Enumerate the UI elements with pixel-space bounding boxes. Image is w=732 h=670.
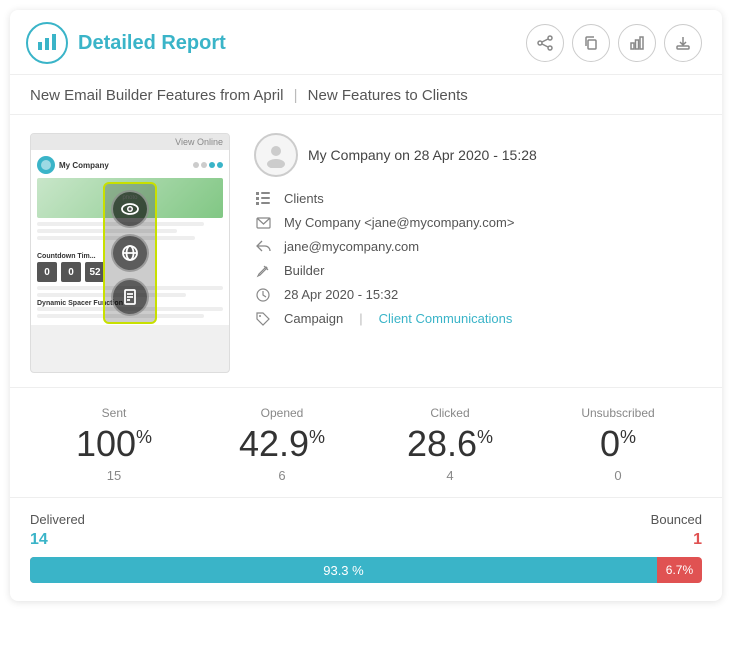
share-button[interactable] — [526, 24, 564, 62]
preview-company-name: My Company — [59, 161, 109, 170]
header-actions — [526, 24, 702, 62]
bounced-count: 1 — [693, 531, 702, 549]
preview-social-icons — [193, 162, 223, 168]
stat-opened-label: Opened — [261, 406, 304, 420]
delivered-label: Delivered — [30, 512, 85, 527]
globe-icon — [111, 234, 149, 272]
bounced-label: Bounced — [651, 512, 702, 527]
campaign-subtitle: New Email Builder Features from April | … — [10, 75, 722, 115]
stat-sent-count: 15 — [107, 468, 121, 483]
delivered-bar-text: 93.3 % — [323, 563, 363, 578]
header: Detailed Report — [10, 10, 722, 75]
stat-opened-value: 42.9% — [239, 426, 325, 462]
tag-icon — [254, 312, 272, 326]
sender-name: My Company on 28 Apr 2020 - 15:28 — [308, 147, 537, 163]
from-value: My Company <jane@mycompany.com> — [284, 215, 514, 230]
stat-unsubscribed-label: Unsubscribed — [581, 406, 654, 420]
stat-sent: Sent 100% 15 — [30, 406, 198, 483]
meta-row-type: Builder — [254, 263, 702, 278]
content-section: View Online My Company photo — [10, 115, 722, 388]
app-logo-icon — [26, 22, 68, 64]
pencil-icon — [254, 264, 272, 278]
campaign-label: Campaign — [284, 311, 343, 326]
bounced-bar-fill: 6.7% — [657, 557, 702, 583]
page-title: Detailed Report — [78, 32, 226, 55]
social-dot-2 — [201, 162, 207, 168]
main-card: Detailed Report — [10, 10, 722, 601]
delivery-labels: Delivered Bounced — [30, 512, 702, 527]
overlay-icon-box — [103, 182, 157, 324]
countdown-num-2: 0 — [61, 262, 81, 282]
eye-icon — [111, 190, 149, 228]
delivered-bar-fill: 93.3 % — [30, 557, 657, 583]
clock-icon — [254, 288, 272, 302]
stat-clicked-count: 4 — [446, 468, 453, 483]
social-dot-4 — [217, 162, 223, 168]
header-left: Detailed Report — [26, 22, 226, 64]
stat-unsubscribed-value: 0% — [600, 426, 636, 462]
stat-clicked: Clicked 28.6% 4 — [366, 406, 534, 483]
stat-clicked-value: 28.6% — [407, 426, 493, 462]
meta-row-from: My Company <jane@mycompany.com> — [254, 215, 702, 230]
preview-company-logo — [37, 156, 55, 174]
list-icon — [254, 191, 272, 206]
email-preview-thumbnail: View Online My Company photo — [30, 133, 230, 373]
stat-unsubscribed-count: 0 — [614, 468, 621, 483]
stat-clicked-label: Clicked — [430, 406, 469, 420]
subtitle-part2: New Features to Clients — [308, 87, 468, 104]
social-dot-3 — [209, 162, 215, 168]
countdown-num-1: 0 — [37, 262, 57, 282]
reply-icon — [254, 240, 272, 253]
stat-sent-value: 100% — [76, 426, 152, 462]
meta-row-campaign: Campaign | Client Communications — [254, 311, 702, 326]
sender-info: My Company on 28 Apr 2020 - 15:28 — [254, 133, 702, 177]
stats-section: Sent 100% 15 Opened 42.9% 6 Clicked 28.6… — [10, 388, 722, 498]
stat-opened: Opened 42.9% 6 — [198, 406, 366, 483]
envelope-icon — [254, 217, 272, 229]
type-value: Builder — [284, 263, 324, 278]
stat-sent-label: Sent — [102, 406, 127, 420]
scheduled-value: 28 Apr 2020 - 15:32 — [284, 287, 398, 302]
delivered-count: 14 — [30, 531, 48, 549]
campaign-link[interactable]: Client Communications — [379, 311, 513, 326]
preview-logo-row: My Company — [37, 156, 223, 174]
subtitle-separator: | — [294, 87, 298, 104]
sender-avatar — [254, 133, 298, 177]
delivery-counts: 14 1 — [30, 531, 702, 549]
document-icon — [111, 278, 149, 316]
bounced-bar-text: 6.7% — [666, 563, 693, 577]
chart-button[interactable] — [618, 24, 656, 62]
delivery-section: Delivered Bounced 14 1 93.3 % 6.7% — [10, 498, 722, 601]
reply-value: jane@mycompany.com — [284, 239, 419, 254]
countdown-num-3: 52 — [85, 262, 105, 282]
preview-overlay — [103, 182, 157, 324]
social-dot-1 — [193, 162, 199, 168]
export-button[interactable] — [664, 24, 702, 62]
subtitle-part1: New Email Builder Features from April — [30, 87, 283, 104]
list-value: Clients — [284, 191, 324, 206]
stat-unsubscribed: Unsubscribed 0% 0 — [534, 406, 702, 483]
preview-topbar: View Online — [31, 134, 229, 150]
meta-row-list: Clients — [254, 191, 702, 206]
delivery-progress-bar: 93.3 % 6.7% — [30, 557, 702, 583]
meta-info: My Company on 28 Apr 2020 - 15:28 Client… — [254, 133, 702, 373]
meta-rows: Clients My Company <jane@mycompany.com> — [254, 191, 702, 326]
meta-row-reply: jane@mycompany.com — [254, 239, 702, 254]
copy-button[interactable] — [572, 24, 610, 62]
stat-opened-count: 6 — [278, 468, 285, 483]
meta-row-scheduled: 28 Apr 2020 - 15:32 — [254, 287, 702, 302]
